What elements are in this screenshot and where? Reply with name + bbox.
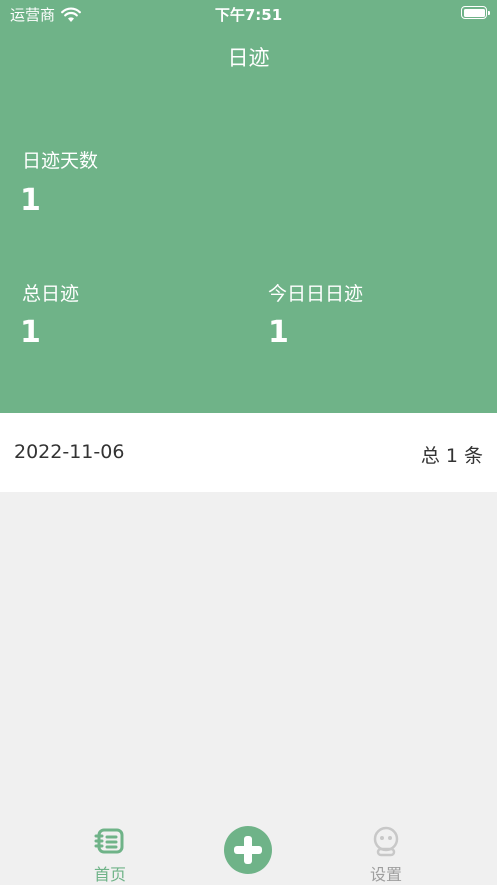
days-value: 1 [20,183,41,218]
header-panel: 运营商 下午7:51 日迹 日迹天数 1 总日迹 1 今日日日迹 1 [0,0,497,413]
tab-home-label: 首页 [93,865,126,884]
notebook-icon [94,828,124,854]
today-label: 今日日日迹 [268,283,364,305]
list-item[interactable]: 2022-11-06 总 1 条 [0,413,497,492]
tab-settings[interactable]: 设置 [346,815,426,884]
add-button[interactable] [224,826,272,874]
page-title: 日迹 [227,46,270,70]
tab-bar: 首页 设置 [0,815,497,884]
days-label: 日迹天数 [22,150,99,172]
total-value: 1 [20,315,41,350]
total-label: 总日迹 [22,283,80,305]
status-time: 下午7:51 [214,6,283,24]
list-item-count: 总 1 条 [420,445,483,467]
battery-icon [461,6,490,19]
tab-home[interactable]: 首页 [70,815,150,884]
status-bar: 运营商 下午7:51 [0,0,497,30]
robot-icon [373,826,399,857]
list-item-date: 2022-11-06 [14,441,125,463]
tab-settings-label: 设置 [369,865,402,884]
today-value: 1 [268,315,289,350]
